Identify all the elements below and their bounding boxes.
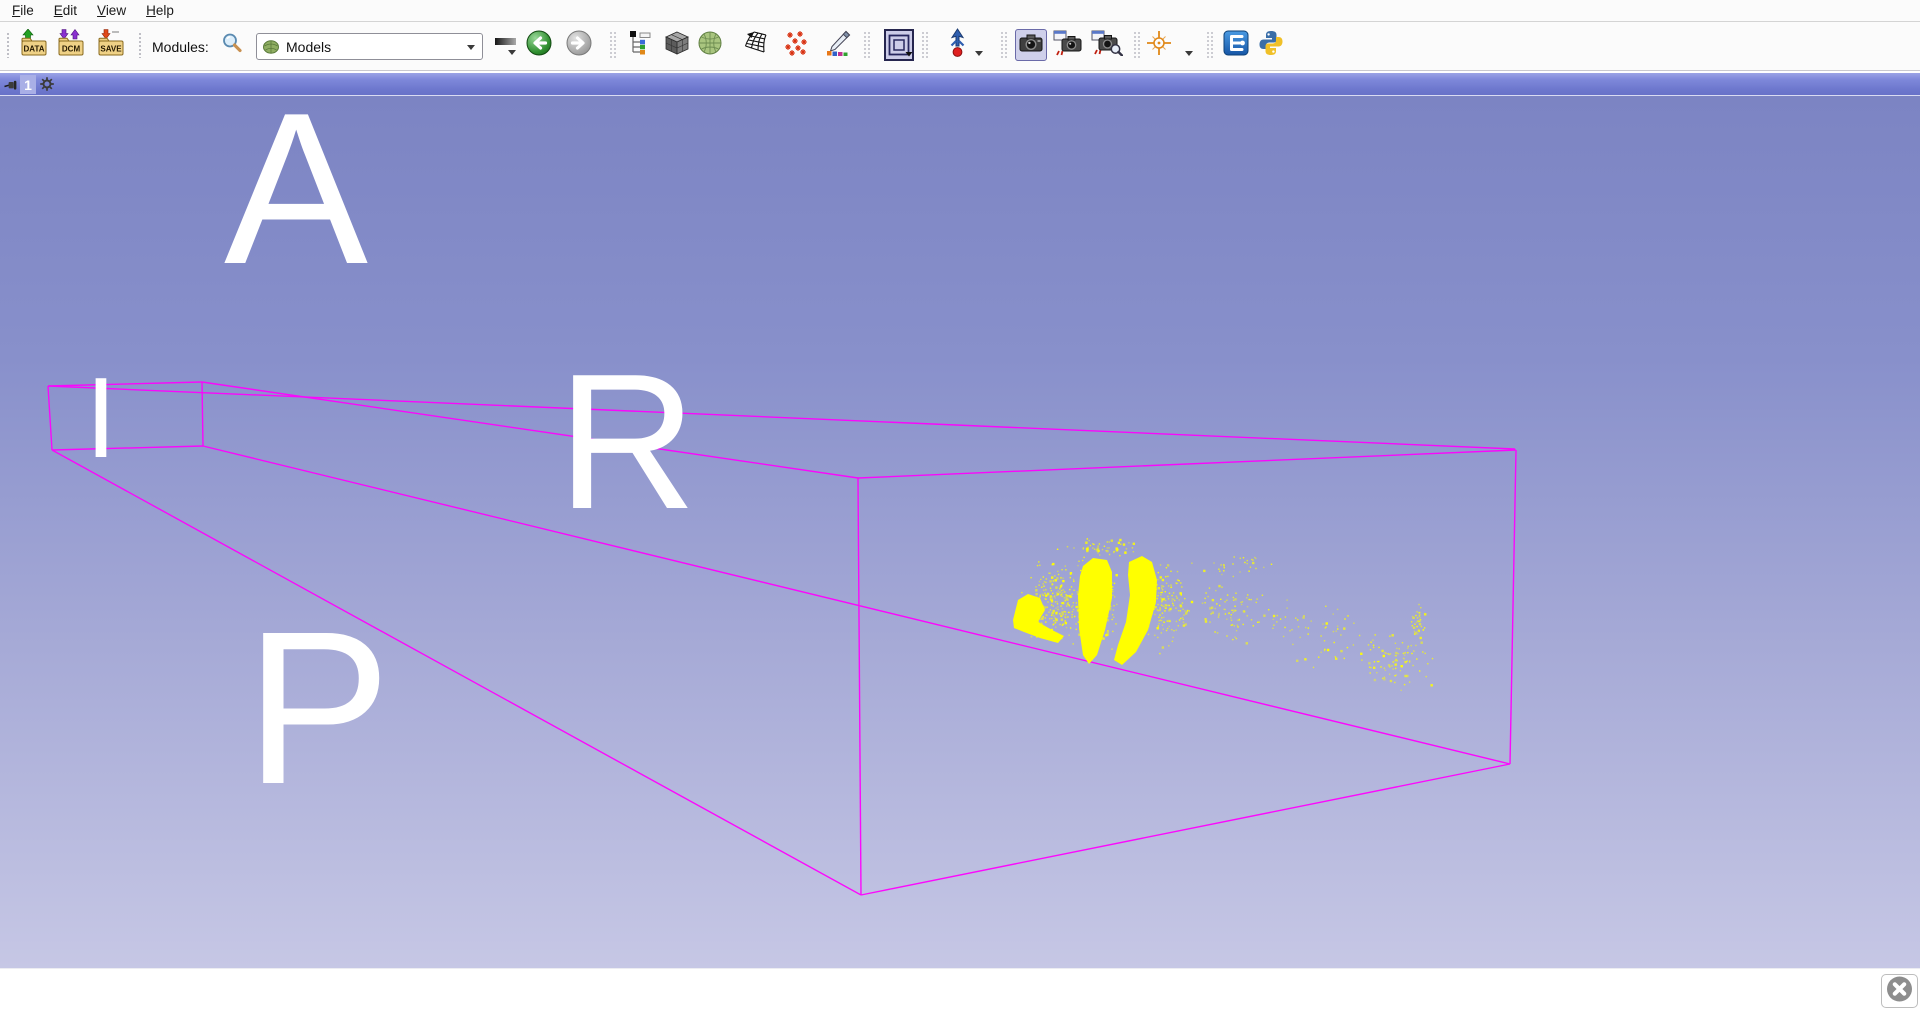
menu-item-view[interactable]: View	[87, 0, 136, 22]
layout-selector-button[interactable]	[884, 29, 914, 61]
close-button[interactable]	[1881, 974, 1918, 1008]
transforms-grid-icon	[743, 30, 771, 61]
x-circle-icon	[1885, 975, 1914, 1008]
view-label-badge: 1	[20, 75, 36, 94]
transforms-button[interactable]	[742, 29, 772, 61]
module-history-button[interactable]	[491, 29, 521, 61]
dicom-button[interactable]: DCM	[56, 29, 86, 61]
scene-view-search-camera-icon	[1091, 30, 1123, 61]
forward-button[interactable]	[564, 29, 594, 61]
module-finder-button[interactable]	[219, 29, 245, 61]
save-icon: SAVE	[97, 29, 125, 62]
toolbar-separator	[863, 31, 870, 59]
screenshot-camera-icon	[1017, 31, 1045, 60]
mouse-place-button[interactable]	[946, 29, 968, 61]
crosshair-icon	[1146, 30, 1172, 61]
orientation-letter-A: A	[224, 96, 368, 309]
orientation-letter-I: I	[85, 355, 117, 482]
menu-item-help[interactable]: Help	[136, 0, 184, 22]
orientation-letter-P: P	[245, 587, 390, 830]
gear-icon	[39, 79, 55, 96]
view-controller-bar: 1	[0, 73, 1920, 96]
scene-view-camera-icon	[1053, 30, 1083, 61]
pin-icon	[4, 79, 18, 96]
toolbar-grip[interactable]	[138, 32, 143, 58]
fiducials-button[interactable]	[781, 29, 811, 61]
volumes-button[interactable]	[662, 29, 692, 61]
dicom-icon: DCM	[57, 29, 85, 62]
chevron-down-icon	[1184, 44, 1194, 61]
chevron-down-icon	[905, 44, 913, 62]
svg-text:SAVE: SAVE	[100, 44, 122, 53]
extensions-button[interactable]	[1221, 29, 1251, 61]
module-selector-value: Models	[280, 39, 460, 55]
subject-hierarchy-icon	[629, 30, 655, 61]
mouse-place-menu-button[interactable]	[974, 44, 984, 62]
load-data-icon: DATA	[20, 29, 48, 62]
scene-view-restore-button[interactable]	[1090, 29, 1124, 61]
scene-view-button[interactable]	[1052, 29, 1084, 61]
toolbar-separator	[1133, 31, 1140, 59]
toolbar-separator	[1000, 31, 1007, 59]
extensions-icon	[1223, 30, 1249, 61]
fiducials-dots-icon	[783, 30, 809, 61]
python-console-button[interactable]	[1255, 29, 1287, 61]
crosshair-menu-button[interactable]	[1184, 44, 1194, 62]
screenshot-button[interactable]	[1015, 29, 1047, 61]
main-toolbar: DATA DCM SAVE Modules: Models	[0, 22, 1920, 71]
python-icon	[1257, 29, 1285, 62]
models-icon	[262, 38, 280, 56]
3d-view[interactable]: AI RP	[0, 96, 1920, 968]
menu-item-file[interactable]: File	[2, 0, 44, 22]
models-sphere-icon	[697, 30, 723, 61]
models-button[interactable]	[695, 29, 725, 61]
toolbar-separator	[921, 31, 928, 59]
volumes-cube-icon	[664, 30, 690, 61]
forward-icon	[565, 29, 593, 62]
toolbar-separator	[1206, 31, 1213, 59]
module-history-icon	[493, 29, 519, 62]
slicer-window: FileEditViewHelp DATA DCM SAVE Modules: …	[0, 0, 1920, 1012]
menubar: FileEditViewHelp	[0, 0, 1920, 22]
modules-label: Modules:	[152, 22, 209, 71]
toolbar-grip[interactable]	[6, 32, 11, 58]
save-button[interactable]: SAVE	[96, 29, 126, 61]
chevron-down-icon	[974, 44, 984, 61]
svg-text:DCM: DCM	[62, 44, 81, 53]
editor-button[interactable]	[823, 29, 853, 61]
mouse-place-icon	[948, 28, 967, 63]
3d-scene: AI RP	[0, 96, 1920, 968]
load-data-button[interactable]: DATA	[19, 29, 49, 61]
editor-pen-icon	[825, 30, 851, 61]
bottom-bar	[0, 968, 1920, 1012]
menu-item-edit[interactable]: Edit	[44, 0, 87, 22]
svg-text:DATA: DATA	[23, 44, 44, 53]
orientation-letter-R: R	[557, 333, 696, 549]
crosshair-button[interactable]	[1145, 29, 1173, 61]
back-button[interactable]	[524, 29, 554, 61]
toolbar-separator	[609, 31, 616, 59]
pin-button[interactable]	[4, 78, 18, 92]
magnifier-icon	[221, 32, 243, 59]
back-icon	[525, 29, 553, 62]
module-selector[interactable]: Models	[256, 33, 483, 60]
subject-hierarchy-button[interactable]	[627, 29, 657, 61]
chevron-down-icon	[466, 38, 476, 56]
view-menu-button[interactable]	[39, 76, 55, 92]
